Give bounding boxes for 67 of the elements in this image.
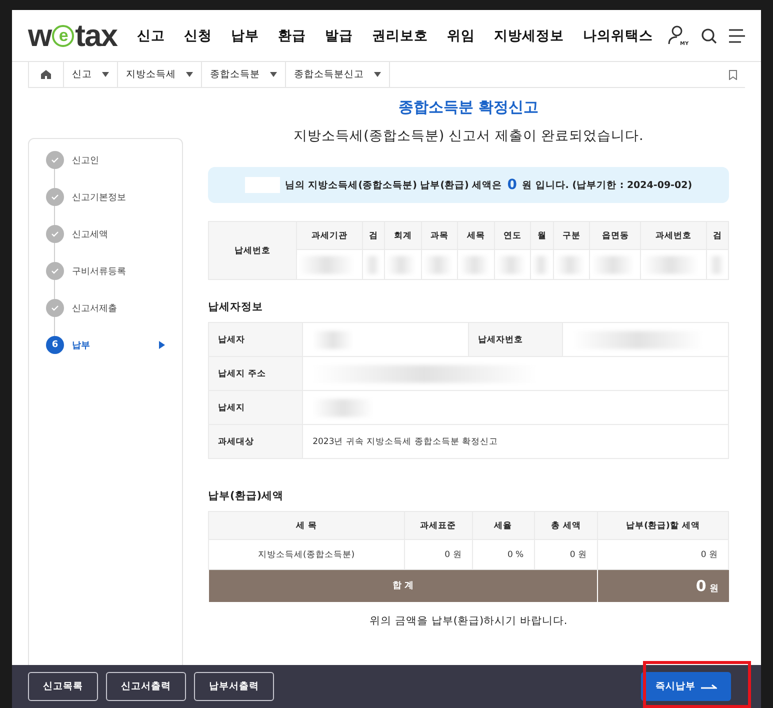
breadcrumb-dropdown[interactable]: 종합소득분 [202, 62, 286, 87]
caret-icon [374, 72, 381, 77]
table-header: 세율 [472, 512, 534, 540]
completion-message: 지방소득세(종합소득분) 신고서 제출이 완료되었습니다. [292, 127, 644, 145]
table-header: 과목 [421, 222, 458, 250]
nav-item[interactable]: 납부 [230, 26, 259, 44]
table-header: 읍면동 [590, 222, 641, 250]
table-header: 월 [530, 222, 554, 250]
nav-item[interactable]: 환급 [278, 26, 306, 44]
notice-text: 님의 지방소득세(종합소득분) 납부(환급) 세액은 [284, 178, 502, 192]
step-item[interactable]: 신고기본정보 [46, 188, 165, 206]
caret-icon [270, 72, 277, 77]
table-header: 검 [706, 222, 728, 250]
home-icon [41, 70, 51, 79]
table-header: 납세번호 [208, 222, 297, 280]
step-item[interactable]: 신고인 [46, 151, 165, 169]
bookmark-icon[interactable] [729, 70, 737, 80]
table-header: 세목 [458, 222, 494, 250]
table-header: 과세표준 [404, 512, 472, 540]
section-heading: 납세자정보 [208, 300, 264, 314]
row-label: 납세자번호 [468, 322, 562, 356]
table-header: 연도 [494, 222, 531, 250]
nav-item[interactable]: 나의위택스 [582, 26, 653, 44]
table-header: 검 [362, 222, 384, 250]
row-value: 2023년 귀속 지방소득세 종합소득분 확정신고 [312, 436, 498, 446]
row-label: 과세대상 [208, 424, 302, 458]
nav-item[interactable]: 발급 [324, 26, 353, 44]
caret-icon [102, 72, 109, 77]
nav-item[interactable]: 지방세정보 [494, 26, 564, 44]
caret-icon [186, 72, 193, 77]
page-title: 종합소득분 확정신고 [397, 98, 540, 117]
arrow-icon [159, 341, 165, 349]
table-header: 총 세액 [534, 512, 598, 540]
breadcrumb-dropdown[interactable]: 신고 [64, 62, 118, 87]
row-label: 납세자 [208, 322, 302, 356]
breadcrumb-dropdown[interactable]: 종합소득분신고 [286, 62, 390, 87]
row-label: 납세지 [208, 390, 302, 424]
nav-item[interactable]: 위임 [446, 26, 475, 44]
table-header: 과세번호 [640, 222, 706, 250]
step-item[interactable]: 신고세액 [46, 225, 165, 243]
redacted-name [244, 177, 280, 193]
row-label: 납세지 주소 [208, 356, 302, 390]
step-item[interactable]: 구비서류등록 [46, 262, 165, 280]
tax-amount: 0 [507, 177, 517, 193]
action-button[interactable]: 신고서출력 [106, 672, 186, 701]
table-header: 과세기관 [296, 222, 362, 250]
action-button[interactable]: 납부서출력 [194, 672, 274, 701]
instruction-text: 위의 금액을 납부(환급)하시기 바랍니다. [368, 614, 568, 628]
nav-item[interactable]: 신고 [136, 26, 165, 44]
step-number: 6 [46, 336, 64, 354]
menu-icon[interactable] [729, 28, 745, 42]
nav-item[interactable]: 신청 [184, 26, 212, 44]
search-icon[interactable] [701, 28, 717, 44]
table-header: 납부(환급)할 세액 [598, 512, 728, 540]
step-item[interactable]: 신고서제출 [46, 299, 165, 317]
table-header: 회계 [384, 222, 422, 250]
breadcrumb-dropdown[interactable]: 지방소득세 [118, 62, 202, 87]
pay-button[interactable]: 즉시납부 [641, 672, 731, 701]
notice-text: 원 입니다. (납부기한 : 2024-09-02) [522, 178, 692, 192]
nav-item[interactable]: 권리보호 [372, 26, 428, 44]
wetax-logo[interactable]: w e tax [28, 18, 117, 54]
table-header: 세 목 [208, 512, 404, 540]
table-header: 구분 [553, 222, 590, 250]
section-heading: 납부(환급)세액 [208, 489, 285, 503]
action-button[interactable]: 신고목록 [28, 672, 98, 701]
step-item[interactable]: 6 납부 [46, 336, 165, 354]
total-label: 합 계 [392, 581, 414, 592]
